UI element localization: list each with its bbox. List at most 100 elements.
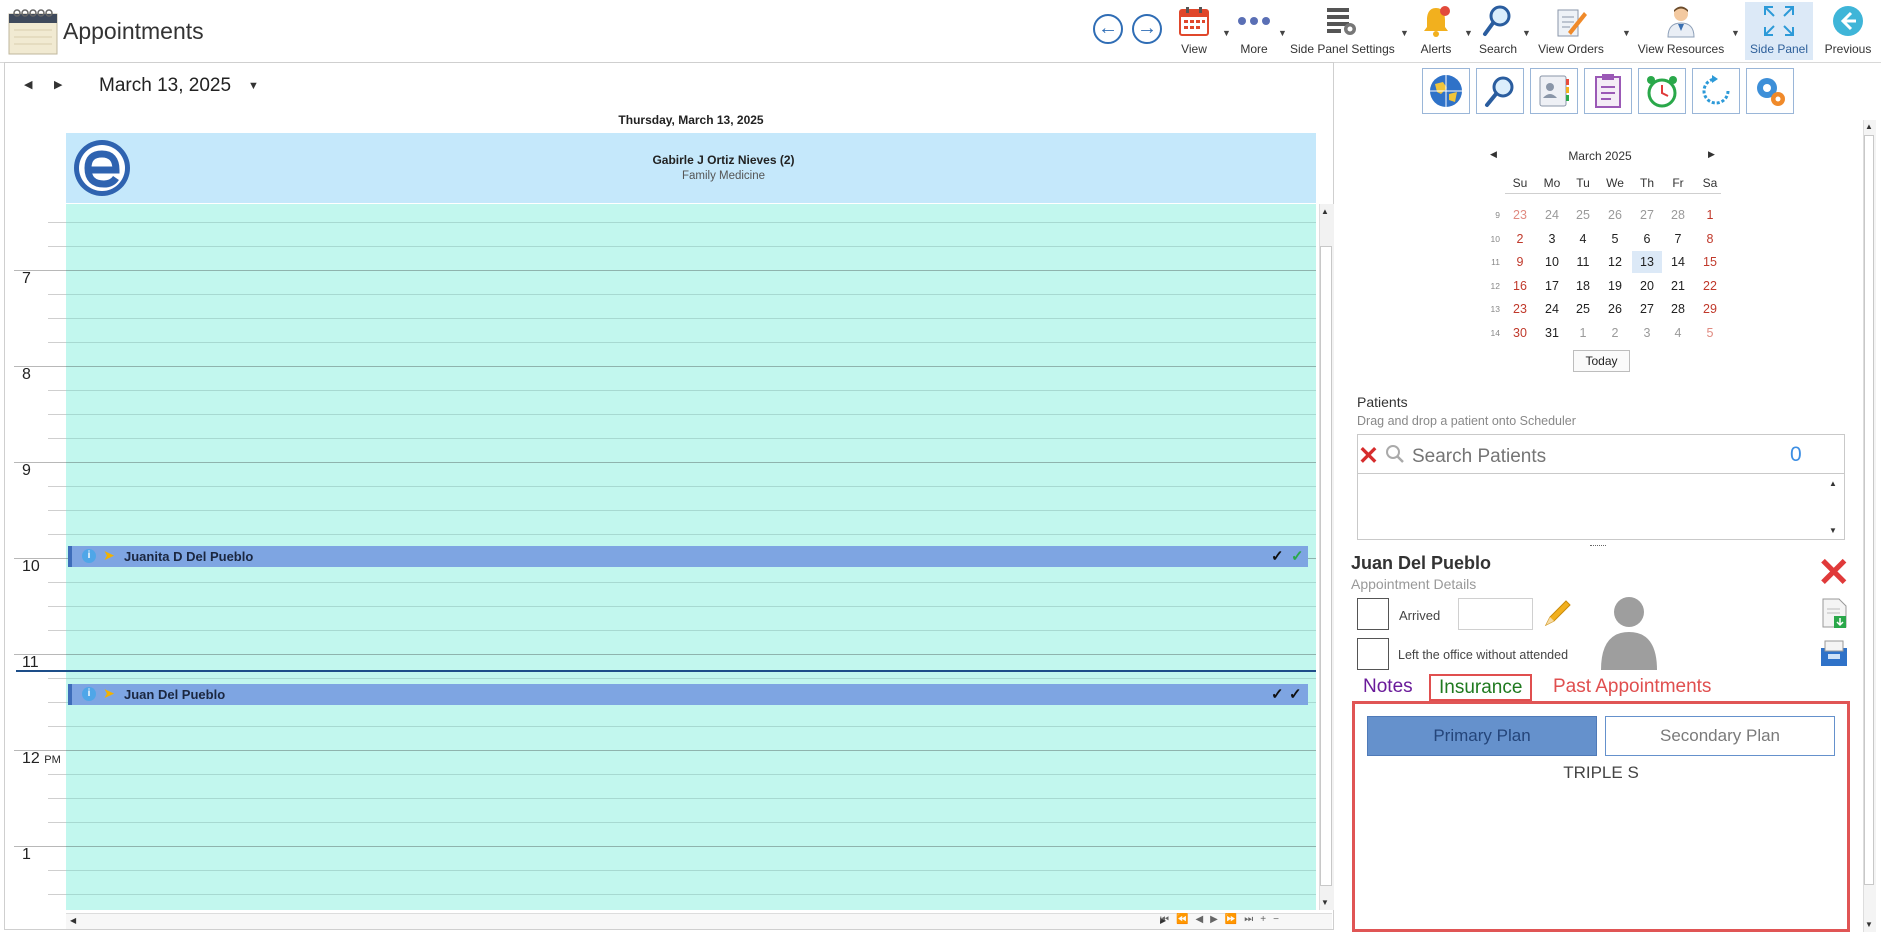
calendar-day[interactable]: 4 [1568,228,1598,250]
calendar-day[interactable]: 27 [1632,298,1662,320]
side-panel-scroll-down-icon[interactable]: ▼ [1865,920,1873,929]
scroll-down-icon[interactable]: ▼ [1321,898,1329,907]
clear-search-icon[interactable]: ✕ [1358,441,1379,471]
appointment-block[interactable]: i ➤ Juan Del Pueblo ✓ ✓ [68,684,1308,705]
calendar-day[interactable]: 31 [1537,322,1567,344]
calendar-day[interactable]: 25 [1568,298,1598,320]
secondary-plan-button[interactable]: Secondary Plan [1605,716,1835,756]
calendar-day[interactable]: 15 [1695,251,1725,273]
tab-insurance[interactable]: Insurance [1429,674,1533,701]
calendar-day[interactable]: 20 [1632,275,1662,297]
view-orders-button[interactable]: View Orders [1536,2,1606,60]
calendar-day[interactable]: 28 [1663,298,1693,320]
calendar-day[interactable]: 27 [1632,204,1662,226]
refresh-tool-button[interactable] [1692,68,1740,114]
view-button[interactable]: View [1176,2,1212,60]
date-dropdown-caret[interactable]: ▼ [248,80,259,92]
calendar-day[interactable]: 18 [1568,275,1598,297]
patient-list-scroll-up-icon[interactable]: ▲ [1829,479,1837,488]
calendar-day[interactable]: 10 [1537,251,1567,273]
alerts-dropdown-caret[interactable]: ▼ [1464,28,1473,38]
calendar-day[interactable]: 16 [1505,275,1535,297]
search-button[interactable]: Search [1478,2,1518,60]
calendar-day[interactable]: 14 [1663,251,1693,273]
contact-card-tool-button[interactable] [1530,68,1578,114]
info-icon[interactable]: i [82,687,96,701]
search-dropdown-caret[interactable]: ▼ [1522,28,1531,38]
forward-arrow-button[interactable]: → [1132,14,1162,44]
side-panel-settings-caret[interactable]: ▼ [1400,28,1409,38]
calendar-day[interactable]: 30 [1505,322,1535,344]
patient-search-input[interactable] [1410,444,1744,470]
side-panel-scroll-up-icon[interactable]: ▲ [1865,122,1873,131]
calendar-day[interactable]: 26 [1600,298,1630,320]
calendar-prev-month[interactable]: ◀ [1490,149,1497,160]
arrived-time-field[interactable] [1458,598,1533,630]
calendar-day[interactable]: 17 [1537,275,1567,297]
calendar-day[interactable]: 9 [1505,251,1535,273]
archive-tray-icon[interactable] [1818,638,1850,673]
vertical-scroll-thumb[interactable] [1320,246,1332,886]
calendar-next-month[interactable]: ▶ [1708,149,1715,160]
calendar-day[interactable]: 12 [1600,251,1630,273]
calendar-day[interactable]: 29 [1695,298,1725,320]
alarm-clock-tool-button[interactable] [1638,68,1686,114]
side-panel-settings-button[interactable]: Side Panel Settings [1290,2,1395,60]
calendar-day[interactable]: 21 [1663,275,1693,297]
globe-tool-button[interactable] [1422,68,1470,114]
calendar-day[interactable]: 2 [1505,228,1535,250]
calendar-day[interactable]: 23 [1505,298,1535,320]
date-prev-button[interactable]: ◀ [24,78,32,91]
calendar-day[interactable]: 1 [1695,204,1725,226]
calendar-day[interactable]: 1 [1568,322,1598,344]
view-orders-caret[interactable]: ▼ [1622,28,1631,38]
clipboard-tool-button[interactable] [1584,68,1632,114]
side-panel-scroll-thumb[interactable] [1864,135,1874,885]
view-resources-button[interactable]: View Resources [1636,2,1726,60]
calendar-day[interactable]: 24 [1537,298,1567,320]
side-panel-button[interactable]: Side Panel [1745,2,1813,60]
left-office-checkbox[interactable] [1357,638,1389,670]
back-arrow-button[interactable]: ← [1093,14,1123,44]
close-icon[interactable]: ✕ [1817,553,1851,593]
patient-list[interactable] [1357,474,1845,540]
calendar-day[interactable]: 13 [1632,251,1662,273]
tab-past-appointments[interactable]: Past Appointments [1553,676,1711,698]
calendar-day[interactable]: 19 [1600,275,1630,297]
more-button[interactable]: More [1236,2,1272,60]
pencil-icon[interactable] [1542,597,1574,634]
pager-nav-icons[interactable]: ⏮⏪◀▶⏩⏭+− [1160,914,1286,925]
scroll-up-icon[interactable]: ▲ [1321,207,1329,216]
calendar-day[interactable]: 3 [1632,322,1662,344]
alerts-button[interactable]: Alerts [1418,2,1454,60]
calendar-day[interactable]: 24 [1537,204,1567,226]
calendar-day[interactable]: 8 [1695,228,1725,250]
appointment-block[interactable]: i ➤ Juanita D Del Pueblo ✓ ✓ [68,546,1308,567]
more-dropdown-caret[interactable]: ▼ [1278,28,1287,38]
date-next-button[interactable]: ▶ [54,78,62,91]
today-button[interactable]: Today [1573,350,1630,372]
patient-list-scroll-down-icon[interactable]: ▼ [1829,526,1837,535]
calendar-day[interactable]: 4 [1663,322,1693,344]
panel-splitter[interactable] [1590,545,1606,548]
date-selector[interactable]: March 13, 2025 [99,75,231,97]
calendar-day[interactable]: 25 [1568,204,1598,226]
calendar-day[interactable]: 7 [1663,228,1693,250]
search-tool-button[interactable] [1476,68,1524,114]
view-dropdown-caret[interactable]: ▼ [1222,28,1231,38]
document-download-icon[interactable] [1820,597,1850,634]
calendar-day[interactable]: 5 [1600,228,1630,250]
settings-tool-button[interactable] [1746,68,1794,114]
horizontal-scrollbar[interactable] [66,913,1332,929]
arrived-checkbox[interactable] [1357,598,1389,630]
calendar-day[interactable]: 2 [1600,322,1630,344]
calendar-day[interactable]: 23 [1505,204,1535,226]
previous-button[interactable]: Previous [1822,2,1874,60]
calendar-day[interactable]: 6 [1632,228,1662,250]
info-icon[interactable]: i [82,549,96,563]
calendar-day[interactable]: 5 [1695,322,1725,344]
tab-notes[interactable]: Notes [1363,676,1413,698]
calendar-day[interactable]: 26 [1600,204,1630,226]
view-resources-caret[interactable]: ▼ [1731,28,1740,38]
calendar-day[interactable]: 3 [1537,228,1567,250]
